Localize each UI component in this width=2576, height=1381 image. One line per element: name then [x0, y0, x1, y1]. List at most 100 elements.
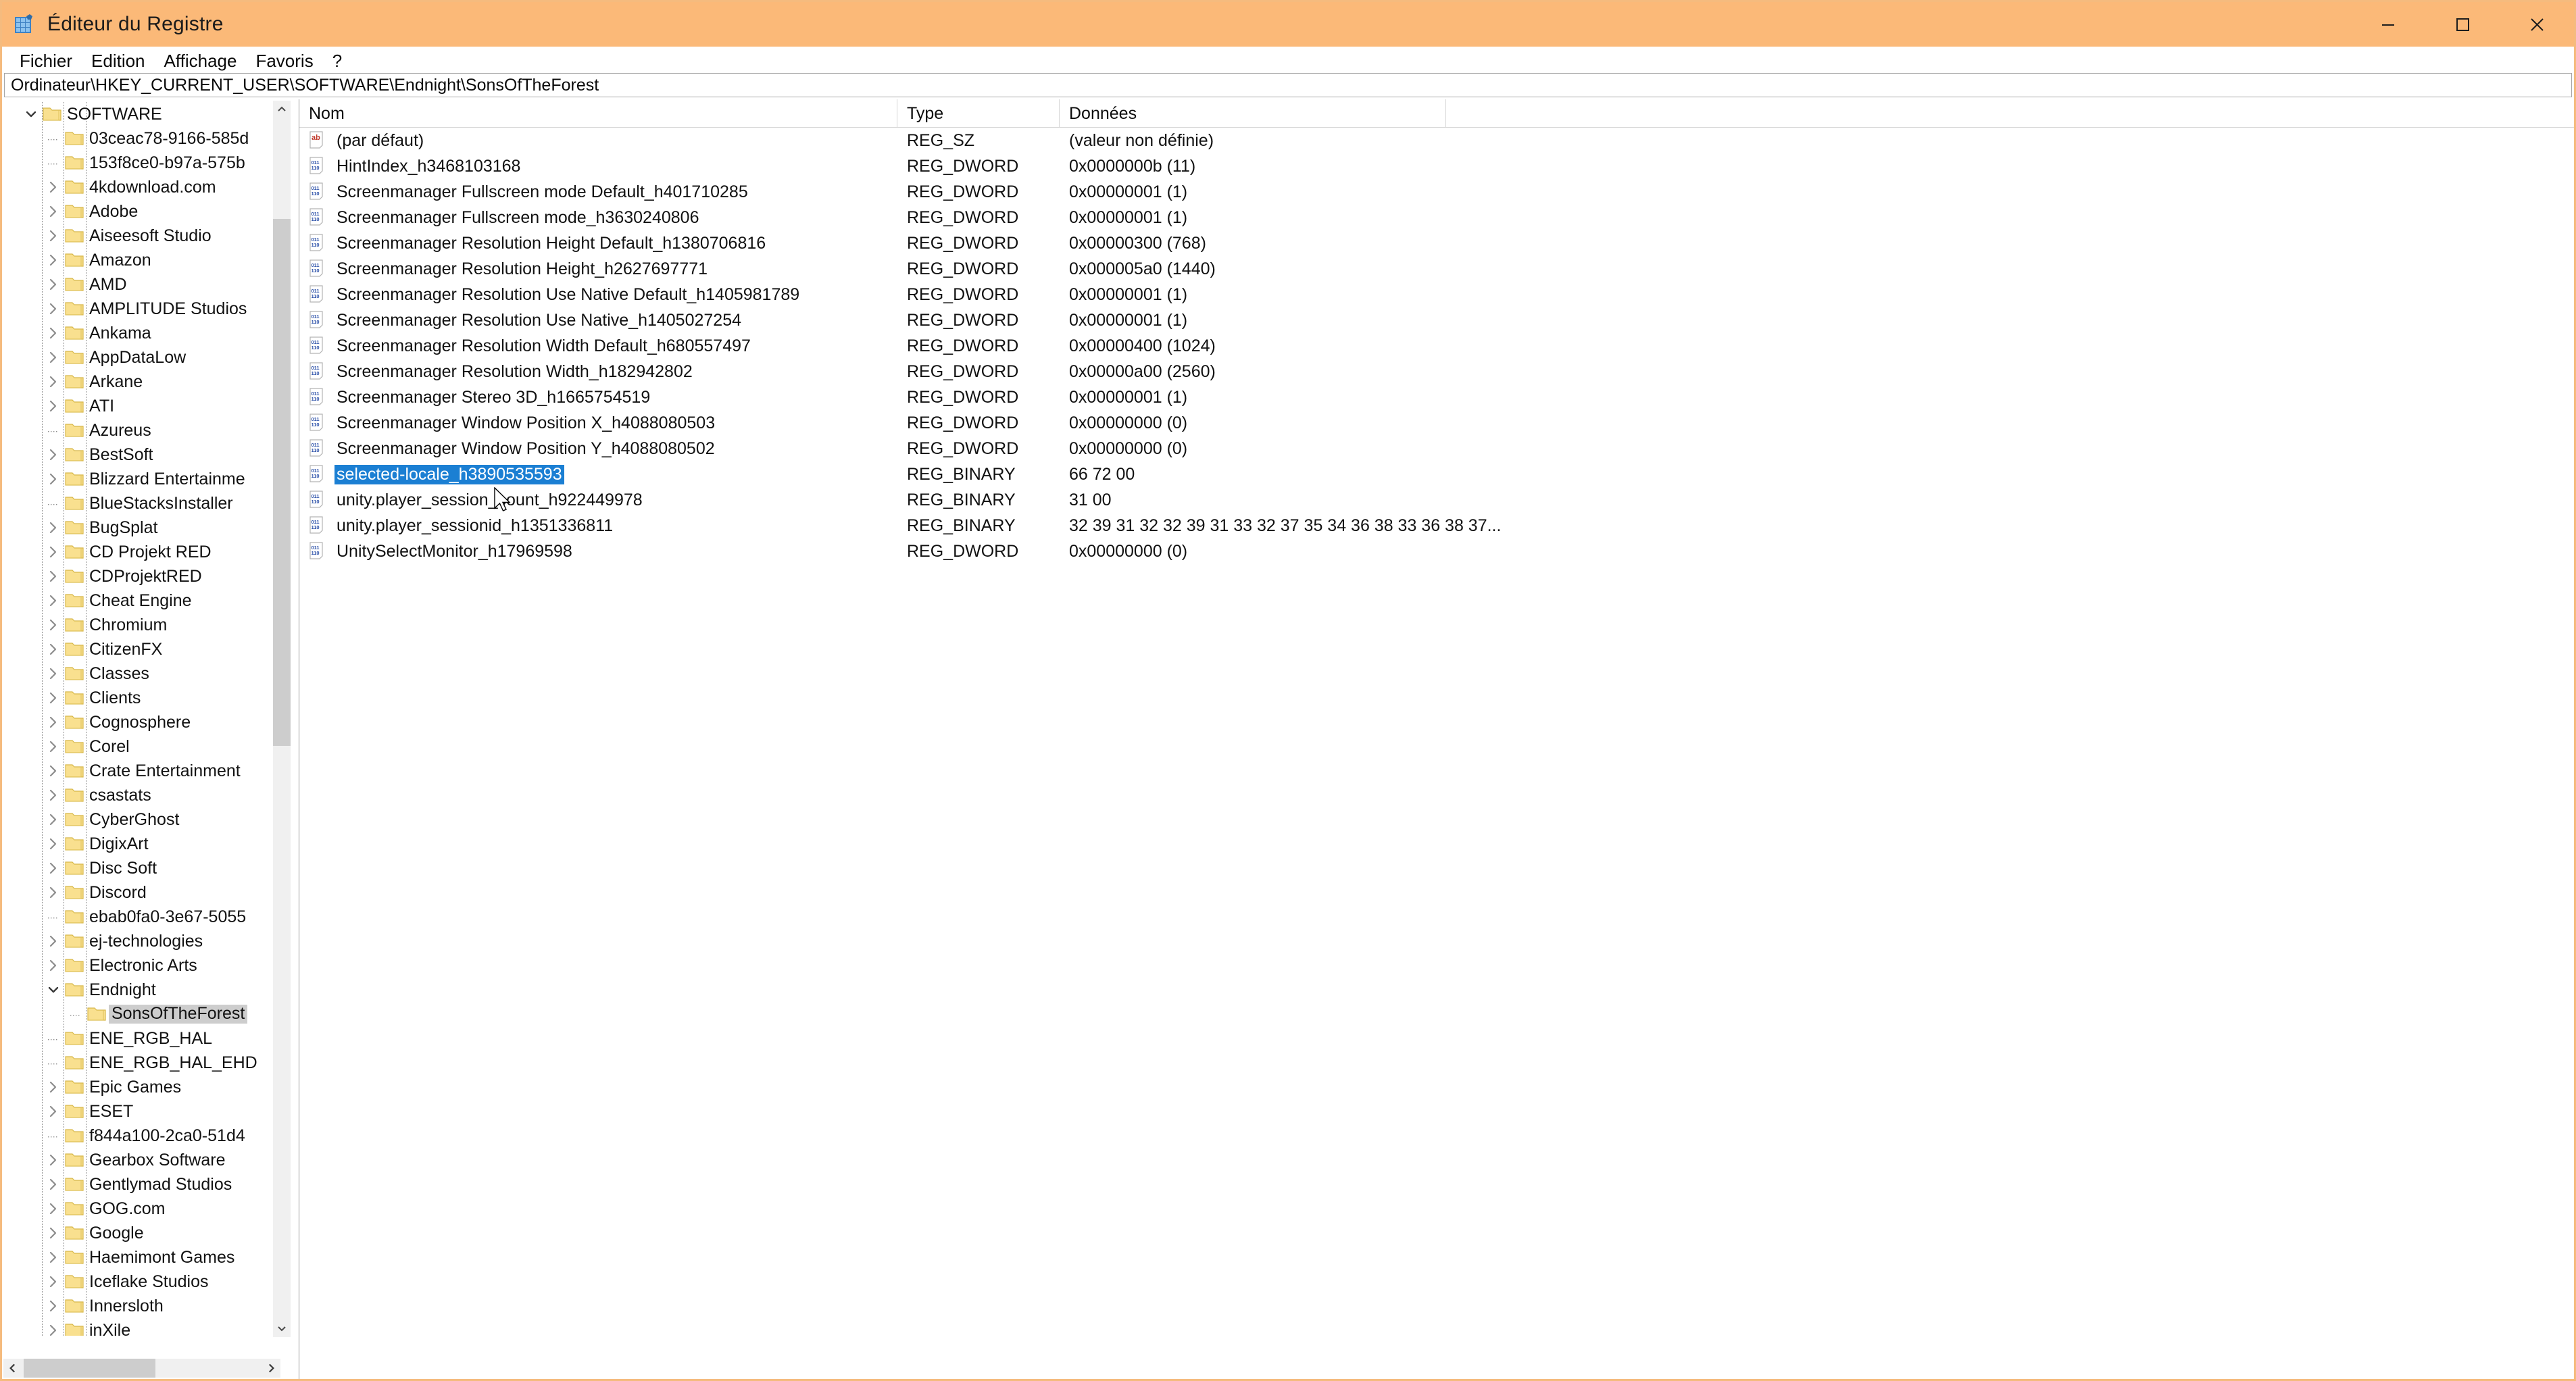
- close-button[interactable]: [2500, 2, 2574, 47]
- column-header-donnees[interactable]: Données: [1060, 99, 1446, 128]
- chevron-right-icon[interactable]: [42, 734, 65, 759]
- tree-item-arkane[interactable]: Arkane: [2, 370, 280, 394]
- chevron-right-icon[interactable]: [42, 783, 65, 807]
- menu-item-help[interactable]: ?: [323, 49, 351, 73]
- chevron-right-icon[interactable]: [42, 1148, 65, 1172]
- tree-item-gentlymad-studios[interactable]: Gentlymad Studios: [2, 1172, 280, 1197]
- value-name-cell[interactable]: 011110HintIndex_h3468103168: [299, 157, 897, 176]
- tree-horizontal-scrollbar[interactable]: [3, 1359, 280, 1378]
- chevron-right-icon[interactable]: [42, 759, 65, 783]
- tree-item-f844a100-2ca0-51d4[interactable]: f844a100-2ca0-51d4: [2, 1124, 280, 1148]
- chevron-right-icon[interactable]: [42, 199, 65, 224]
- chevron-right-icon[interactable]: [42, 297, 65, 321]
- tree-item-cognosphere[interactable]: Cognosphere: [2, 710, 280, 734]
- tree-item-ej-technologies[interactable]: ej-technologies: [2, 929, 280, 953]
- tree-scrollbar-thumb[interactable]: [273, 219, 291, 746]
- chevron-right-icon[interactable]: [42, 1221, 65, 1245]
- chevron-right-icon[interactable]: [42, 394, 65, 418]
- chevron-right-icon[interactable]: [42, 880, 65, 905]
- chevron-right-icon[interactable]: [42, 856, 65, 880]
- chevron-right-icon[interactable]: [42, 370, 65, 394]
- chevron-right-icon[interactable]: [42, 1245, 65, 1270]
- tree-item-cyberghost[interactable]: CyberGhost: [2, 807, 280, 832]
- tree-item-cd-projekt-red[interactable]: CD Projekt RED: [2, 540, 280, 564]
- tree-item-appdatalow[interactable]: AppDataLow: [2, 345, 280, 370]
- tree-item-electronic-arts[interactable]: Electronic Arts: [2, 953, 280, 978]
- chevron-right-icon[interactable]: [42, 710, 65, 734]
- chevron-right-icon[interactable]: [42, 248, 65, 272]
- tree-item-digixart[interactable]: DigixArt: [2, 832, 280, 856]
- chevron-right-icon[interactable]: [42, 953, 65, 978]
- value-row[interactable]: 011110Screenmanager Resolution Width Def…: [299, 333, 2574, 359]
- value-name-cell[interactable]: 011110Screenmanager Resolution Width Def…: [299, 336, 897, 356]
- value-name-cell[interactable]: 011110Screenmanager Stereo 3D_h166575451…: [299, 388, 897, 407]
- value-name-cell[interactable]: 011110Screenmanager Resolution Use Nativ…: [299, 285, 897, 305]
- tree-item-haemimont-games[interactable]: Haemimont Games: [2, 1245, 280, 1270]
- scroll-left-icon[interactable]: [3, 1359, 22, 1378]
- chevron-right-icon[interactable]: [42, 1172, 65, 1197]
- tree-item-sonsoftheforest[interactable]: SonsOfTheForest: [2, 1002, 280, 1026]
- value-row[interactable]: 011110UnitySelectMonitor_h17969598REG_DW…: [299, 538, 2574, 564]
- column-header-type[interactable]: Type: [897, 99, 1060, 128]
- chevron-right-icon[interactable]: [42, 929, 65, 953]
- value-name-cell[interactable]: 011110selected-locale_h3890535593: [299, 465, 897, 484]
- chevron-right-icon[interactable]: [42, 1270, 65, 1294]
- chevron-right-icon[interactable]: [42, 807, 65, 832]
- tree-item-inxile[interactable]: inXile: [2, 1318, 280, 1336]
- tree-item-gog-com[interactable]: GOG.com: [2, 1197, 280, 1221]
- value-row[interactable]: 011110Screenmanager Window Position Y_h4…: [299, 436, 2574, 461]
- tree-item-blizzard-entertainme[interactable]: Blizzard Entertainme: [2, 467, 280, 491]
- value-name-cell[interactable]: ab(par défaut): [299, 131, 897, 151]
- tree-item-google[interactable]: Google: [2, 1221, 280, 1245]
- chevron-right-icon[interactable]: [42, 516, 65, 540]
- tree-item-csastats[interactable]: csastats: [2, 783, 280, 807]
- tree-item-153f8ce0-b97a-575b[interactable]: 153f8ce0-b97a-575b: [2, 151, 280, 175]
- tree-item-amazon[interactable]: Amazon: [2, 248, 280, 272]
- value-row[interactable]: 011110Screenmanager Resolution Use Nativ…: [299, 307, 2574, 333]
- value-name-cell[interactable]: 011110Screenmanager Fullscreen mode Defa…: [299, 182, 897, 202]
- tree-item-citizenfx[interactable]: CitizenFX: [2, 637, 280, 661]
- chevron-right-icon[interactable]: [42, 540, 65, 564]
- value-row[interactable]: 011110Screenmanager Stereo 3D_h166575451…: [299, 384, 2574, 410]
- menu-item-edition[interactable]: Edition: [82, 49, 155, 73]
- tree-item-amd[interactable]: AMD: [2, 272, 280, 297]
- value-row[interactable]: 011110Screenmanager Resolution Width_h18…: [299, 359, 2574, 384]
- tree-item-clients[interactable]: Clients: [2, 686, 280, 710]
- value-name-cell[interactable]: 011110Screenmanager Fullscreen mode_h363…: [299, 208, 897, 228]
- tree-item-classes[interactable]: Classes: [2, 661, 280, 686]
- chevron-right-icon[interactable]: [42, 1294, 65, 1318]
- tree-item-chromium[interactable]: Chromium: [2, 613, 280, 637]
- chevron-right-icon[interactable]: [42, 1318, 65, 1336]
- value-row[interactable]: 011110unity.player_session_count_h922449…: [299, 487, 2574, 513]
- value-row[interactable]: 011110HintIndex_h3468103168REG_DWORD0x00…: [299, 153, 2574, 179]
- value-name-cell[interactable]: 011110Screenmanager Resolution Width_h18…: [299, 362, 897, 382]
- value-row[interactable]: 011110Screenmanager Resolution Height De…: [299, 230, 2574, 256]
- chevron-down-icon[interactable]: [20, 102, 43, 126]
- value-row[interactable]: 011110unity.player_sessionid_h1351336811…: [299, 513, 2574, 538]
- chevron-right-icon[interactable]: [42, 1075, 65, 1099]
- value-row[interactable]: ab(par défaut)REG_SZ(valeur non définie): [299, 128, 2574, 153]
- chevron-right-icon[interactable]: [42, 832, 65, 856]
- chevron-right-icon[interactable]: [42, 272, 65, 297]
- maximize-button[interactable]: [2425, 2, 2500, 47]
- tree-item-aiseesoft-studio[interactable]: Aiseesoft Studio: [2, 224, 280, 248]
- value-row[interactable]: 011110selected-locale_h3890535593REG_BIN…: [299, 461, 2574, 487]
- tree-item-cheat-engine[interactable]: Cheat Engine: [2, 588, 280, 613]
- tree-item-crate-entertainment[interactable]: Crate Entertainment: [2, 759, 280, 783]
- tree-item-discord[interactable]: Discord: [2, 880, 280, 905]
- chevron-right-icon[interactable]: [42, 564, 65, 588]
- tree-item-adobe[interactable]: Adobe: [2, 199, 280, 224]
- value-name-cell[interactable]: 011110unity.player_sessionid_h1351336811: [299, 516, 897, 536]
- chevron-right-icon[interactable]: [42, 1099, 65, 1124]
- chevron-right-icon[interactable]: [42, 613, 65, 637]
- value-name-cell[interactable]: 011110unity.player_session_count_h922449…: [299, 491, 897, 510]
- tree-item-gearbox-software[interactable]: Gearbox Software: [2, 1148, 280, 1172]
- chevron-right-icon[interactable]: [42, 443, 65, 467]
- value-row[interactable]: 011110Screenmanager Resolution Use Nativ…: [299, 282, 2574, 307]
- minimize-button[interactable]: [2351, 2, 2425, 47]
- menu-item-fichier[interactable]: Fichier: [10, 49, 82, 73]
- chevron-right-icon[interactable]: [42, 467, 65, 491]
- tree-item-ebab0fa0-3e67-5055[interactable]: ebab0fa0-3e67-5055: [2, 905, 280, 929]
- value-name-cell[interactable]: 011110Screenmanager Resolution Height_h2…: [299, 259, 897, 279]
- value-row[interactable]: 011110Screenmanager Fullscreen mode Defa…: [299, 179, 2574, 205]
